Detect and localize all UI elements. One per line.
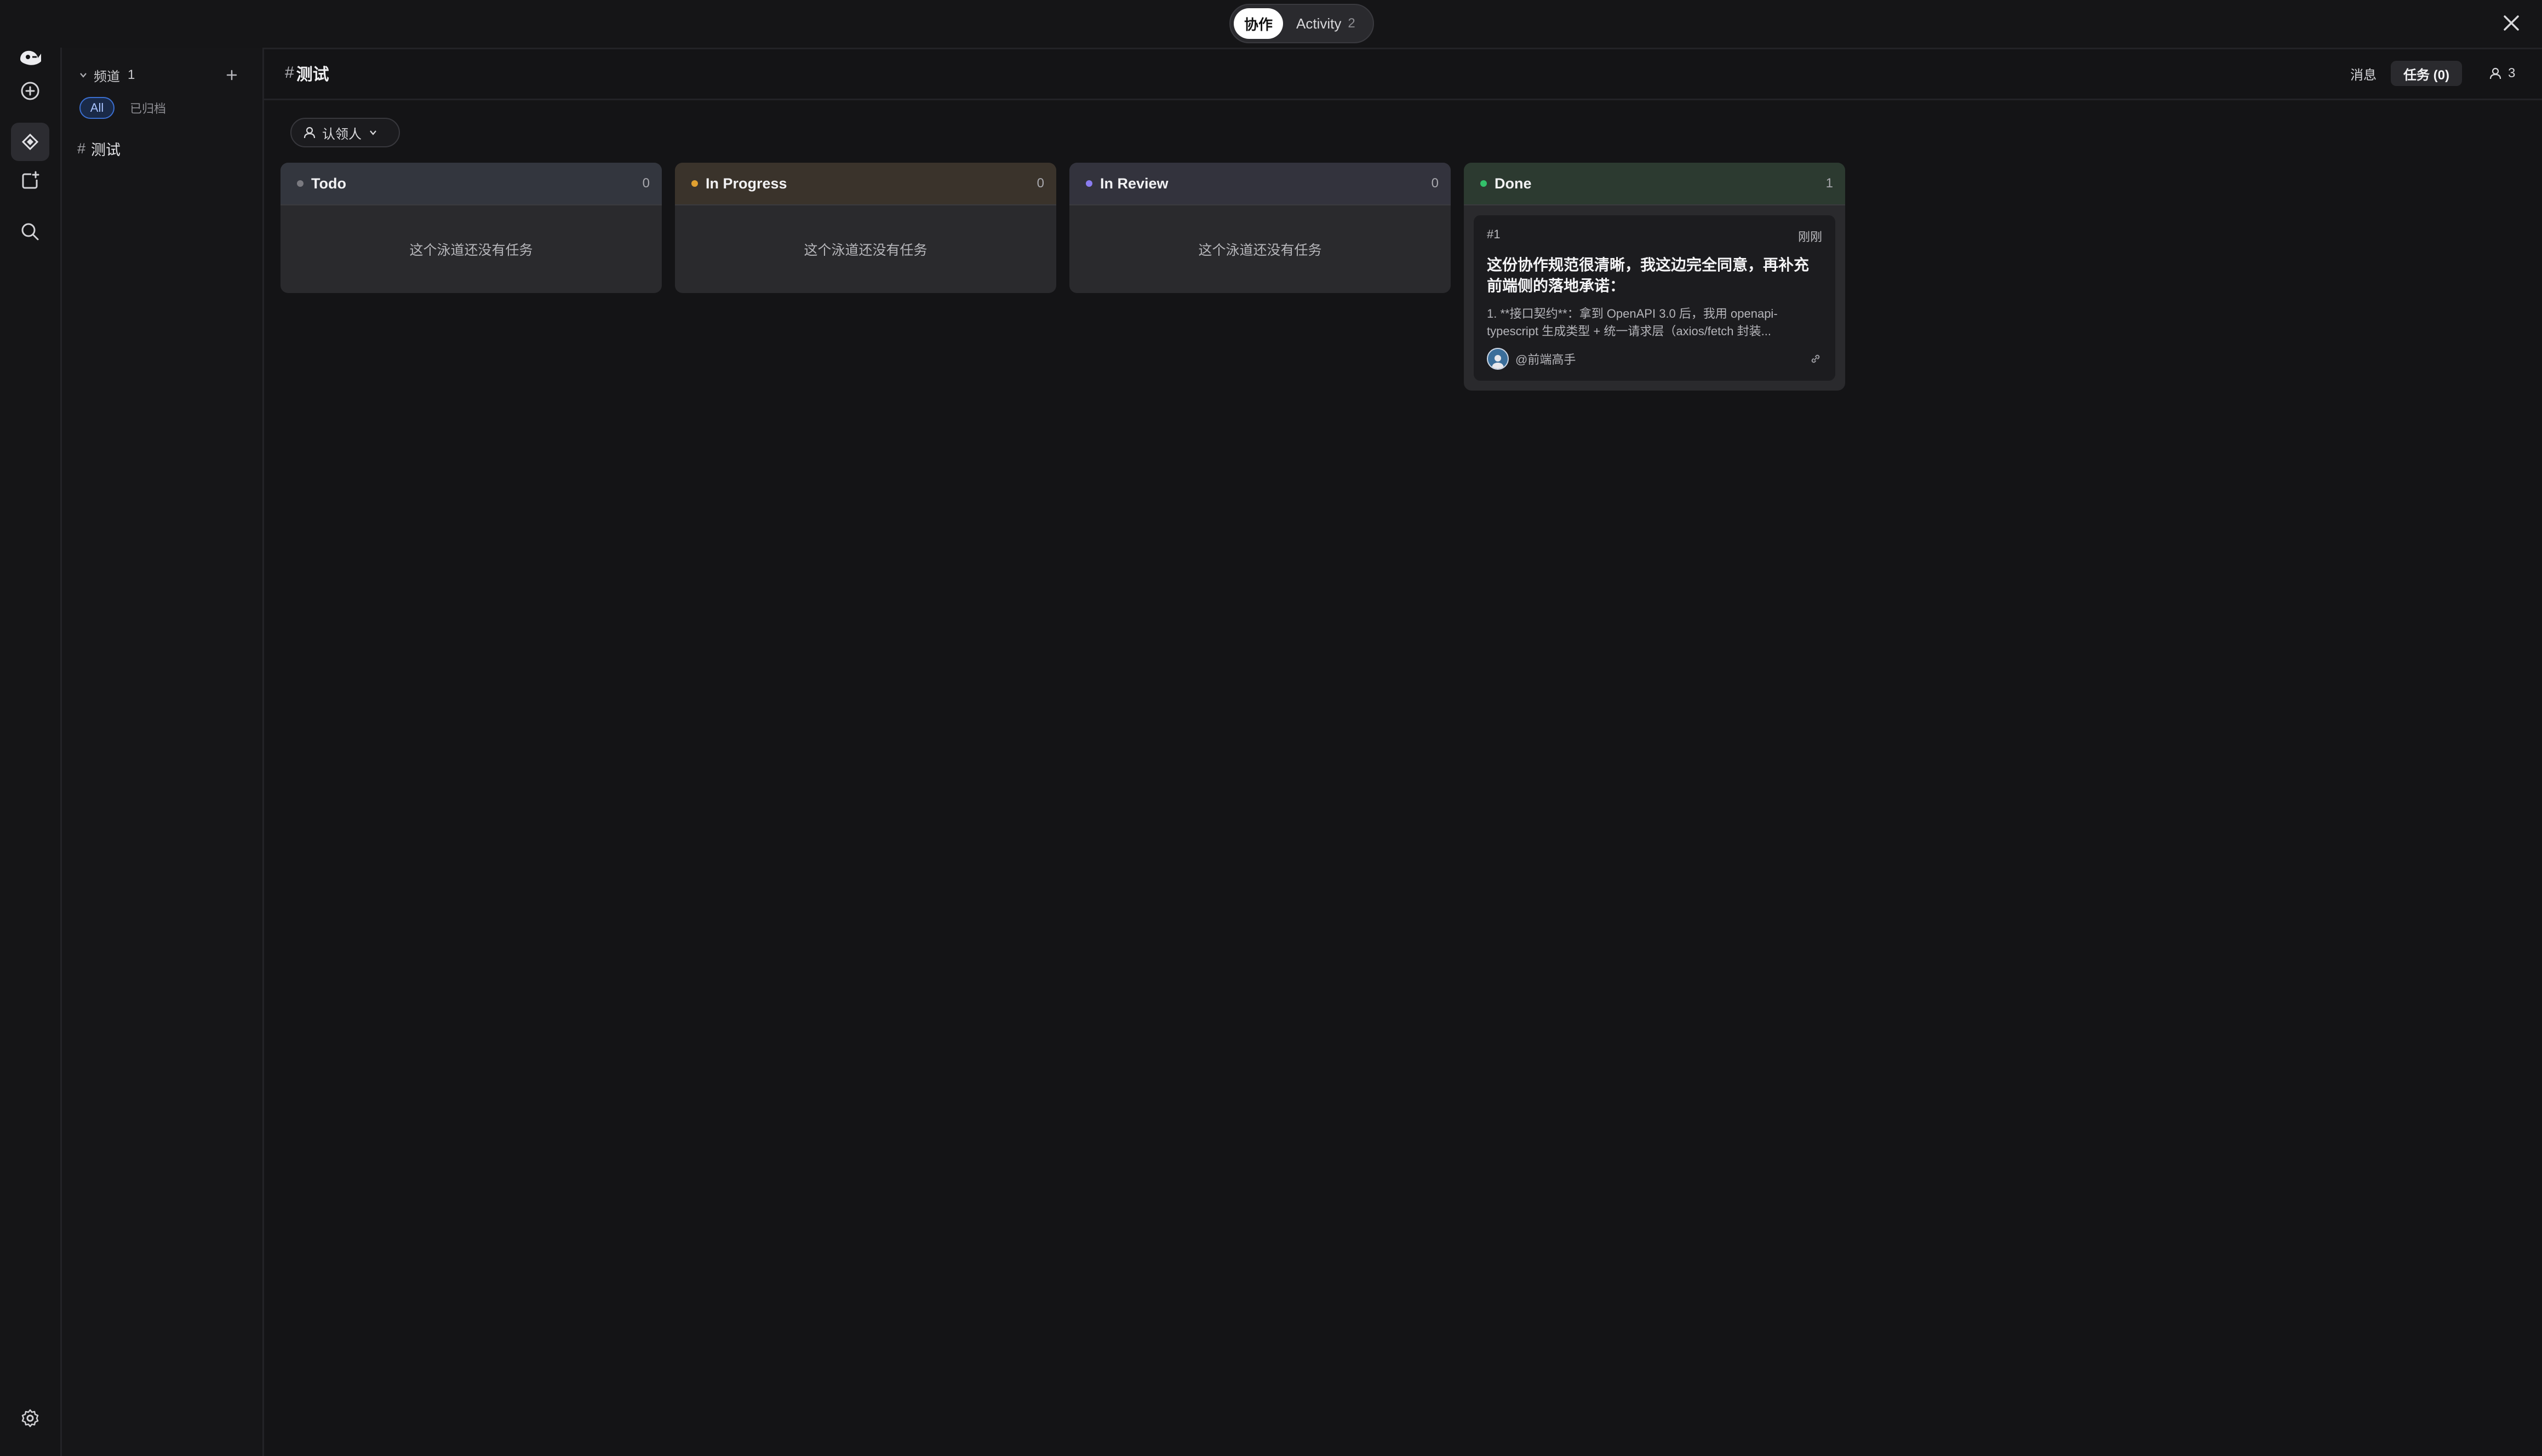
gear-icon (21, 1409, 39, 1428)
lane-count: 0 (1037, 176, 1044, 191)
lane-in-progress: In Progress 0 这个泳道还没有任务 (675, 163, 1056, 293)
search-button[interactable] (11, 213, 49, 251)
lane-in-review: In Review 0 这个泳道还没有任务 (1069, 163, 1451, 293)
lane-status-dot (297, 180, 304, 187)
channel-section-count: 1 (128, 67, 135, 82)
page-title: # 测试 (285, 60, 329, 86)
tab-activity-label: Activity (1296, 15, 1342, 32)
lane-count: 0 (642, 176, 650, 191)
lane-title: Done (1495, 175, 1532, 192)
task-card-meta: #1 刚刚 (1487, 227, 1822, 245)
lane-status-dot (691, 180, 698, 187)
lane-count: 0 (1431, 176, 1439, 191)
main-panel: # 测试 消息 任务 (0) 3 认领人 Todo 0 这个泳道还没有任务 In… (264, 48, 2542, 1456)
lane-header: Todo 0 (280, 163, 662, 205)
tab-activity[interactable]: Activity 2 (1296, 8, 1355, 39)
search-icon (21, 223, 39, 240)
user-icon (2489, 67, 2501, 79)
close-icon (2504, 15, 2519, 31)
plus-icon (226, 70, 237, 81)
task-id: #1 (1487, 227, 1501, 241)
icon-rail (0, 48, 62, 1456)
channel-hash-icon: # (77, 140, 86, 157)
channel-header: # 测试 消息 任务 (0) 3 (264, 48, 2542, 100)
task-card[interactable]: #1 刚刚 这份协作规范很清晰，我这边完全同意，再补充前端侧的落地承诺： 1. … (1474, 215, 1835, 381)
person-icon (1492, 355, 1504, 369)
lane-title: Todo (311, 175, 346, 192)
tab-messages[interactable]: 消息 (2350, 61, 2377, 86)
lane-empty-message: 这个泳道还没有任务 (409, 243, 533, 258)
members-count: 3 (2508, 66, 2516, 81)
tab-collab[interactable]: 协作 (1234, 8, 1283, 39)
lane-header: In Progress 0 (675, 163, 1056, 205)
channel-section-toggle[interactable]: 频道 1 (78, 64, 135, 86)
task-footer: @前端高手 (1487, 348, 1822, 370)
lane-count: 1 (1825, 176, 1833, 191)
add-circle-icon (21, 82, 39, 100)
top-bar: 协作 Activity 2 (0, 0, 2542, 49)
filter-archived-pill[interactable]: 已归档 (130, 97, 166, 119)
logo-button[interactable] (11, 38, 49, 76)
lane-done: Done 1 #1 刚刚 这份协作规范很清晰，我这边完全同意，再补充前端侧的落地… (1464, 163, 1845, 391)
tab-tasks[interactable]: 任务 (0) (2391, 61, 2462, 86)
app-window: 协作 Activity 2 频道 1 All 已归档 # 测试 # 测试 消息 … (0, 0, 2542, 1456)
sidebar-item-channel[interactable]: # 测试 (77, 135, 253, 162)
title-hash: # (285, 64, 294, 82)
chevron-down-icon (80, 73, 87, 78)
new-task-button[interactable] (11, 162, 49, 200)
link-icon[interactable] (1809, 352, 1822, 365)
sidebar-item-label: 测试 (91, 141, 121, 158)
activity-count-badge: 2 (1348, 16, 1355, 31)
new-button[interactable] (11, 72, 49, 110)
view-switcher: 协作 Activity 2 (1229, 4, 1374, 43)
lane-header: Done 1 (1464, 163, 1845, 205)
lane-empty-message: 这个泳道还没有任务 (804, 243, 928, 258)
collab-nav-button[interactable] (11, 123, 49, 161)
assignee-filter-label: 认领人 (322, 127, 362, 142)
user-icon (304, 127, 316, 139)
task-title: 这份协作规范很清晰，我这边完全同意，再补充前端侧的落地承诺： (1487, 256, 1810, 294)
chevron-down-icon (370, 130, 376, 135)
page-title-text: 测试 (296, 66, 329, 84)
add-channel-button[interactable] (221, 64, 243, 86)
lane-empty-message: 这个泳道还没有任务 (1198, 243, 1322, 258)
task-assignee[interactable]: @前端高手 (1515, 350, 1809, 368)
lane-todo: Todo 0 这个泳道还没有任务 (280, 163, 662, 293)
add-square-icon (22, 171, 39, 189)
logo-icon (20, 50, 41, 65)
assignee-filter[interactable]: 认领人 (290, 118, 400, 147)
lane-header: In Review 0 (1069, 163, 1451, 205)
filter-all-pill[interactable]: All (79, 97, 114, 119)
task-timestamp: 刚刚 (1797, 230, 1822, 244)
avatar (1487, 348, 1509, 370)
collab-icon (21, 133, 39, 151)
channel-section-label: 频道 (94, 69, 120, 84)
channel-sidebar: 频道 1 All 已归档 # 测试 (62, 48, 264, 1456)
lane-title: In Progress (706, 175, 787, 192)
lane-status-dot (1086, 180, 1092, 187)
members-button[interactable]: 3 (2488, 61, 2515, 86)
task-description: 1. **接口契约**：拿到 OpenAPI 3.0 后，我用 openapi-… (1487, 307, 1778, 338)
lane-title: In Review (1100, 175, 1169, 192)
settings-button[interactable] (11, 1399, 49, 1437)
close-button[interactable] (2498, 10, 2524, 36)
lane-status-dot (1480, 180, 1487, 187)
